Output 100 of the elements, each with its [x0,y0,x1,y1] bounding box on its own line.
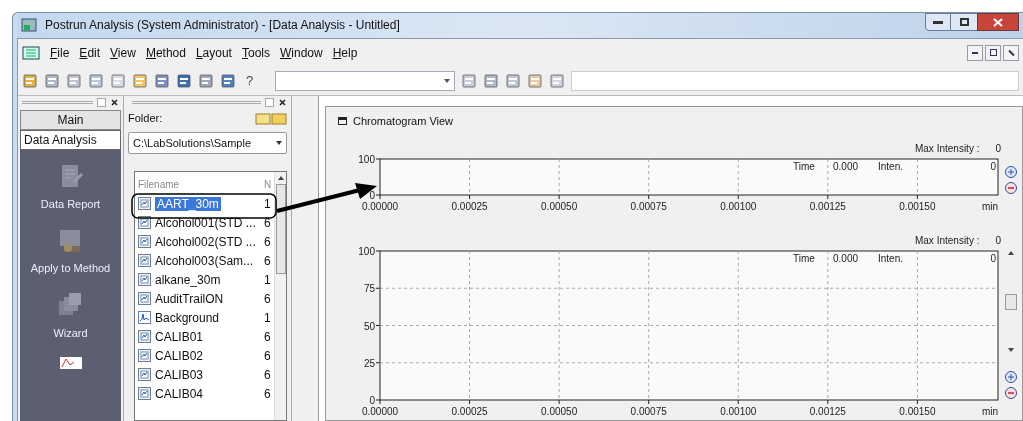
close-icon[interactable] [278,98,287,107]
close-button[interactable] [977,13,1019,31]
view-title: Chromatogram View [353,113,454,129]
zoom-in-icon[interactable] [1004,370,1018,384]
max-intensity-value: 0 [995,143,1001,155]
combo-box[interactable] [275,70,456,91]
zoom-out-icon[interactable] [1004,181,1018,195]
sidebar-tab[interactable]: Data Analysis [20,129,121,150]
data-file-icon [138,368,151,381]
intensity-value: 0 [990,161,996,172]
file-name[interactable]: alkane_30m [155,270,260,289]
close-icon[interactable] [110,98,119,107]
x-tick-label: 0.00100 [720,406,757,417]
x-tick-label: 0.00125 [809,406,846,417]
window-title: Postrun Analysis (System Administrator) - [Data Analysis - Untitled] [45,17,401,35]
menu-item[interactable]: Window [279,43,323,62]
x-tick-label: 0.00000 [361,406,399,417]
x-axis-unit: min [981,201,998,212]
zoom-in-icon[interactable] [1004,165,1018,179]
menu-item[interactable]: Tools [241,43,270,62]
x-tick-label: 0.00050 [541,201,578,212]
app-icon [21,17,37,34]
menu-item[interactable]: Edit [79,43,101,62]
file-name[interactable]: Background [155,308,260,327]
file-name[interactable]: Alcohol001(STD ... [155,213,260,232]
folder-label: Folder: [128,110,163,126]
menu-item[interactable]: View [110,43,136,62]
file-name[interactable]: CALIB02 [155,346,260,365]
time-value: 0.000 [833,253,859,264]
time-label: Time [793,253,815,264]
file-name[interactable]: CALIB04 [155,384,260,403]
file-cell-text: 6 [264,252,272,270]
x-tick-label: 0.00125 [809,201,846,212]
y-tick-label: 0 [369,395,375,406]
maximize-button[interactable] [951,13,977,31]
file-cell-text: 1 [264,271,272,289]
menu-item[interactable]: File [50,43,70,62]
sidebar-item-label[interactable]: Data Report [40,195,101,212]
x-tick-label: 0.00050 [541,406,578,417]
file-name[interactable]: CALIB01 [155,327,260,346]
intensity-value: 0 [990,253,996,264]
folder-path-dropdown[interactable]: C:\LabSolutions\Sample [128,132,287,154]
x-axis-unit: min [981,406,998,417]
x-tick-label: 0.00150 [899,201,936,212]
app-menu-icon[interactable] [22,45,40,60]
column-header[interactable]: Filename [138,178,264,194]
column-header[interactable]: N [264,178,274,194]
sidebar-item-label[interactable]: Wizard [53,324,88,341]
data-file-icon [138,273,151,286]
menu-item[interactable]: Method [145,43,186,62]
folder-icon[interactable] [255,110,271,125]
data-file-icon [138,197,151,210]
file-name[interactable]: AuditTrailON [155,289,260,308]
file-cell-text: 6 [264,385,272,403]
file-cell-text: 6 [264,328,272,346]
file-cell-text: 6 [264,347,272,365]
menu-item[interactable]: Layout [195,43,232,62]
sidebar-tab[interactable]: Main [20,109,121,130]
dropdown-icon[interactable] [265,98,274,107]
minimize-button[interactable] [925,13,951,31]
menu-item[interactable]: Help [332,43,358,62]
file-name[interactable]: Alcohol003(Sam... [155,251,260,270]
x-tick-label: 0.00000 [361,201,399,212]
y-tick-label: 100 [358,247,375,257]
dropdown-icon[interactable] [97,98,106,107]
file-cell-text: 1 [264,309,272,327]
intensity-label: Inten. [878,253,904,264]
sidebar-item-label[interactable]: Apply to Method [30,260,111,277]
mdi-minimize-button[interactable] [967,44,983,61]
x-tick-label: 0.00025 [451,406,488,417]
help-button[interactable]: ? [242,70,258,91]
max-intensity-label: Max Intensity : [914,143,980,155]
y-tick-label: 75 [363,283,375,295]
chromatogram-file-icon [138,311,151,324]
y-tick-label: 100 [358,155,375,165]
file-cell-text: 6 [264,366,272,384]
zoom-out-icon[interactable] [1004,386,1018,400]
data-file-icon [138,292,151,305]
data-file-icon [138,349,151,362]
x-tick-label: 0.00100 [720,201,757,212]
collapse-icon[interactable] [338,116,347,125]
file-name[interactable]: AART_30m [155,194,260,213]
mdi-close-button[interactable] [1003,44,1019,61]
file-cell-text: 6 [264,214,272,232]
list-scrollbar[interactable] [274,172,286,420]
mdi-restore-button[interactable] [985,44,1001,61]
file-name[interactable]: Alcohol002(STD ... [155,232,260,251]
x-tick-label: 0.00150 [899,406,936,417]
file-name[interactable]: CALIB03 [155,365,260,384]
data-file-icon [138,387,151,400]
file-cell-text: 6 [264,233,272,251]
toolbar-field[interactable] [571,70,1019,91]
close-icon [993,17,1003,27]
file-cell-text: 6 [264,290,272,308]
max-intensity-label: Max Intensity : [914,235,980,247]
x-tick-label: 0.00075 [630,406,667,417]
data-file-icon [138,330,151,343]
x-tick-label: 0.00075 [630,201,667,212]
intensity-label: Inten. [878,161,904,172]
file-cell-text: 1 [264,195,272,213]
